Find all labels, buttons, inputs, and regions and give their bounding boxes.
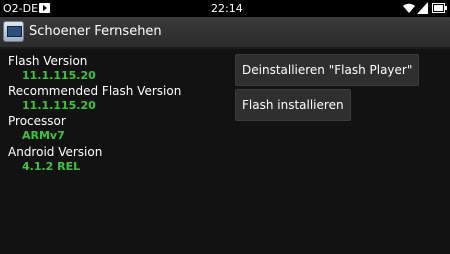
signal-icon [417,2,428,14]
install-flash-button[interactable]: Flash installieren [235,89,351,121]
wifi-icon [403,3,415,13]
recommended-flash-version-label: Recommended Flash Version [8,84,182,98]
main-content: Flash Version 11.1.115.20 Recommended Fl… [0,49,450,254]
flash-version-value: 11.1.115.20 [22,69,96,82]
carrier-label: O2-DE [3,2,39,15]
android-version-label: Android Version [8,145,103,159]
flash-version-label: Flash Version [8,54,88,68]
processor-value: ARMv7 [22,129,65,142]
app-title: Schoener Fernsehen [29,24,162,39]
recommended-flash-version-value: 11.1.115.20 [22,99,96,112]
processor-label: Processor [8,114,66,128]
uninstall-flash-button[interactable]: Deinstallieren "Flash Player" [235,54,420,86]
screen: O2-DE 22:14 Schoener Fernsehen Flash Ver… [0,0,450,254]
status-bar: O2-DE 22:14 [0,0,450,17]
app-icon[interactable] [3,21,24,42]
play-notification-icon [39,3,50,13]
battery-icon [432,3,447,13]
android-version-value: 4.1.2 REL [22,160,81,173]
clock: 22:14 [211,2,243,15]
action-bar: Schoener Fernsehen [0,17,450,49]
